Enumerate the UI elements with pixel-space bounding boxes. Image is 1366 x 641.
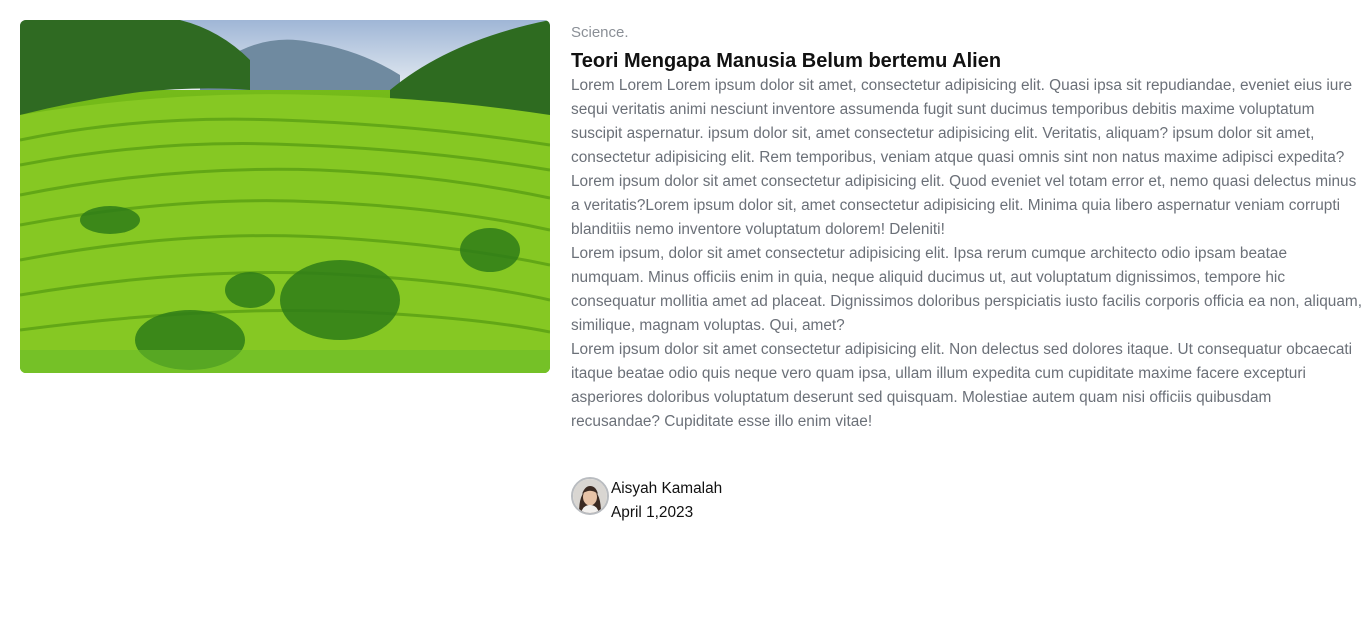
author-block: Aisyah Kamalah April 1,2023	[571, 477, 722, 525]
article-paragraph: Lorem ipsum dolor sit amet consectetur a…	[571, 173, 1357, 238]
author-name[interactable]: Aisyah Kamalah	[611, 477, 722, 501]
publish-date: April 1,2023	[611, 504, 694, 521]
author-avatar[interactable]	[571, 477, 609, 515]
hero-image	[20, 20, 550, 373]
article-category[interactable]: Science.	[571, 22, 1363, 44]
article-content: Science. Teori Mengapa Manusia Belum ber…	[571, 22, 1363, 434]
article-body: Lorem Lorem Lorem ipsum dolor sit amet, …	[571, 74, 1363, 434]
author-info: Aisyah Kamalah April 1,2023	[611, 477, 722, 525]
article-paragraph: Lorem Lorem Lorem ipsum dolor sit amet, …	[571, 77, 1353, 166]
article-title[interactable]: Teori Mengapa Manusia Belum bertemu Alie…	[571, 48, 1363, 74]
avatar-icon	[573, 479, 607, 513]
article-paragraph: Lorem ipsum, dolor sit amet consectetur …	[571, 245, 1363, 334]
article-card: Science. Teori Mengapa Manusia Belum ber…	[0, 0, 1366, 641]
article-paragraph: Lorem ipsum dolor sit amet consectetur a…	[571, 341, 1353, 430]
